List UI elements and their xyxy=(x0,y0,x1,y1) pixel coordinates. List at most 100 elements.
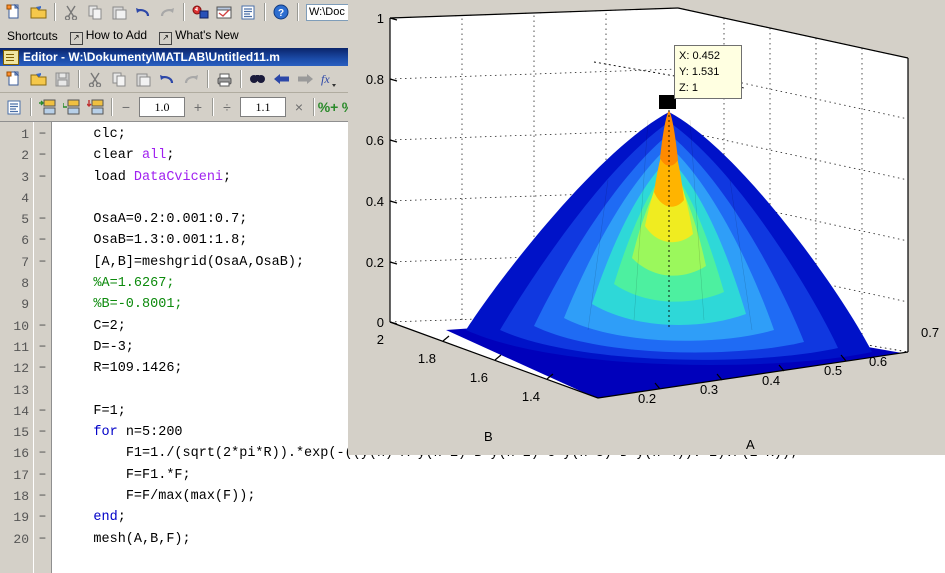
new-file-icon[interactable] xyxy=(3,2,25,22)
code-token: %B=-0.8001; xyxy=(93,297,183,313)
simulink-icon[interactable] xyxy=(189,2,211,22)
breakpoint-slot[interactable]: − xyxy=(34,230,51,251)
shortcut-whats-new-label: What's New xyxy=(175,27,239,42)
toolbar-separator xyxy=(30,98,31,116)
line-number: 8 xyxy=(21,276,29,292)
redo-icon[interactable] xyxy=(156,2,178,22)
profiler-icon[interactable] xyxy=(237,2,259,22)
code-token: F=F1.*F; xyxy=(125,467,191,483)
data-tip-tooltip[interactable]: X: 0.452 Y: 1.531 Z: 1 xyxy=(674,45,742,99)
copy-icon[interactable] xyxy=(84,2,106,22)
breakpoint-slot[interactable] xyxy=(34,294,51,315)
breakpoint-slot[interactable]: − xyxy=(34,252,51,273)
breakpoint-slot[interactable]: − xyxy=(34,486,51,507)
paste-icon[interactable] xyxy=(108,2,130,22)
breakpoint-slot[interactable] xyxy=(34,380,51,401)
guide-icon[interactable] xyxy=(213,2,235,22)
breakpoint-slot[interactable]: − xyxy=(34,145,51,166)
breakpoint-slot[interactable]: − xyxy=(34,337,51,358)
redo-icon[interactable] xyxy=(180,69,202,89)
breakpoint-slot[interactable]: − xyxy=(34,316,51,337)
breakpoint-slot[interactable]: − xyxy=(34,209,51,230)
add-amount-field[interactable]: 1.0 xyxy=(139,97,185,117)
line-number: 10 xyxy=(13,318,29,334)
forward-arrow-icon[interactable] xyxy=(294,69,316,89)
line-number: 12 xyxy=(13,361,29,377)
breakpoint-slot[interactable] xyxy=(34,188,51,209)
show-functions-icon[interactable] xyxy=(3,97,25,117)
line-number: 13 xyxy=(13,382,29,398)
breakpoint-slot[interactable]: − xyxy=(34,422,51,443)
shortcut-how-to-add[interactable]: ↗ How to Add xyxy=(67,28,150,45)
breakpoint-slot[interactable]: − xyxy=(34,529,51,550)
breakpoint-slot[interactable]: − xyxy=(34,167,51,188)
comment-button[interactable]: %+ xyxy=(318,97,339,117)
undo-icon[interactable] xyxy=(132,2,154,22)
breakpoint-slot[interactable]: − xyxy=(34,443,51,464)
ytick-2: 2 xyxy=(377,332,384,347)
increase-button[interactable]: + xyxy=(188,97,208,117)
paste-icon[interactable] xyxy=(132,69,154,89)
editor-title-text: Editor - W:\Dokumenty\MATLAB\Untitled11.… xyxy=(23,50,280,64)
code-token: ; xyxy=(117,510,126,526)
help-icon[interactable]: ? xyxy=(270,2,292,22)
find-icon[interactable] xyxy=(246,69,268,89)
line-number: 11 xyxy=(13,339,29,355)
breakpoint-slot[interactable] xyxy=(34,273,51,294)
ytick-1.6: 1.6 xyxy=(470,370,488,385)
back-arrow-icon[interactable] xyxy=(270,69,292,89)
cut-icon[interactable] xyxy=(60,2,82,22)
toolbar-separator xyxy=(183,3,184,21)
undo-icon[interactable] xyxy=(156,69,178,89)
code-token: ; xyxy=(223,169,232,185)
toolbar-separator xyxy=(212,98,213,116)
code-token: clear xyxy=(93,148,143,164)
breakpoint-slot[interactable]: − xyxy=(34,358,51,379)
data-tip-x: X: 0.452 xyxy=(679,50,720,62)
line-number: 7 xyxy=(21,254,29,270)
figure-window[interactable]: 1 0.8 0.6 0.4 0.2 0 2 1.8 1.6 1.4 0.2 0.… xyxy=(348,0,945,455)
svg-text:?: ? xyxy=(278,8,284,19)
insert-cell-below-icon[interactable] xyxy=(84,97,106,117)
breakpoint-gutter[interactable]: − − − − − − − − − − − − − − − − xyxy=(34,122,52,573)
xtick-0.5: 0.5 xyxy=(824,363,842,378)
decrease-button[interactable]: − xyxy=(116,97,136,117)
open-folder-icon[interactable] xyxy=(27,2,49,22)
breakpoint-slot[interactable]: − xyxy=(34,507,51,528)
new-file-icon[interactable] xyxy=(3,69,25,89)
code-token: R=109.1426; xyxy=(93,361,183,377)
toolbar-separator xyxy=(264,3,265,21)
code-token: F=1; xyxy=(93,403,126,419)
line-number: 1 xyxy=(21,127,29,142)
divide-button[interactable]: ÷ xyxy=(217,97,237,117)
ztick-0: 0 xyxy=(377,315,384,330)
code-token: [A,B]=meshgrid(OsaA,OsaB); xyxy=(93,254,305,270)
shortcuts-label: Shortcuts xyxy=(7,29,58,43)
insert-cell-divider-icon[interactable] xyxy=(60,97,82,117)
code-token: for xyxy=(93,425,118,441)
xtick-0.6: 0.6 xyxy=(869,354,887,369)
breakpoint-slot[interactable]: − xyxy=(34,465,51,486)
line-number: 16 xyxy=(13,446,29,462)
save-icon[interactable] xyxy=(51,69,73,89)
surface-plot[interactable]: 1 0.8 0.6 0.4 0.2 0 2 1.8 1.6 1.4 0.2 0.… xyxy=(348,0,945,455)
copy-icon[interactable] xyxy=(108,69,130,89)
function-browser-icon[interactable]: fx xyxy=(318,69,340,89)
ztick-0.2: 0.2 xyxy=(366,255,384,270)
breakpoint-slot[interactable]: − xyxy=(34,124,51,145)
multiply-button[interactable]: × xyxy=(289,97,309,117)
print-icon[interactable] xyxy=(213,69,235,89)
shortcut-how-to-add-label: How to Add xyxy=(85,27,148,42)
multiply-amount-field[interactable]: 1.1 xyxy=(240,97,286,117)
breakpoint-slot[interactable]: − xyxy=(34,401,51,422)
insert-cell-icon[interactable] xyxy=(36,97,58,117)
code-token: end xyxy=(93,510,118,526)
code-line: F=F/max(max(F)); xyxy=(61,486,945,507)
line-number: 15 xyxy=(13,425,29,441)
xtick-0.3: 0.3 xyxy=(700,382,718,397)
open-file-icon[interactable] xyxy=(27,69,49,89)
ztick-0.6: 0.6 xyxy=(366,133,384,148)
data-tip-y: Y: 1.531 xyxy=(679,66,720,78)
shortcut-whats-new[interactable]: ↗ What's New xyxy=(156,28,242,45)
cut-icon[interactable] xyxy=(84,69,106,89)
